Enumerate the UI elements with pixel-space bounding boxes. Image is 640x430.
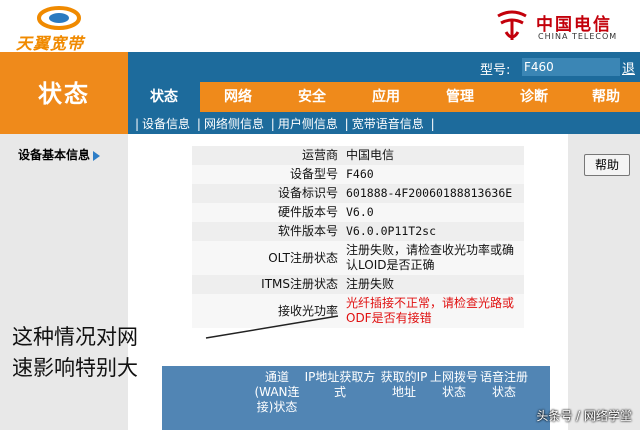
main-tabs: 状态 网络 安全 应用 管理 诊断 帮助 [128, 82, 640, 112]
tianyi-logo: 天翼宽带 [14, 4, 104, 53]
tab-status[interactable]: 状态 [128, 82, 200, 112]
wan-header-ip-address: 获取的IP地址 [380, 370, 428, 399]
logout-link[interactable]: 退 [622, 58, 635, 77]
device-info-table: 运营商 中国电信 设备型号 F460 设备标识号 601888-4F200601… [192, 146, 524, 328]
model-bar: 型号: F460 退 [128, 52, 640, 82]
tab-security[interactable]: 安全 [276, 82, 348, 112]
table-row: 软件版本号 V6.0.0P11T2sc [192, 222, 524, 241]
subnav-user-side-info[interactable]: 用户侧信息 [278, 117, 338, 131]
china-telecom-mark-icon [497, 10, 527, 40]
sidebar-item-device-basic-info[interactable]: 设备基本信息 [18, 146, 101, 163]
table-row: 接收光功率 光纤插接不正常，请检查光路或ODF是否有接错 [192, 294, 524, 328]
wan-header-channel-status: 通道(WAN连接)状态 [254, 370, 300, 414]
table-row: OLT注册状态 注册失败，请检查收光功率或确认LOID是否正确 [192, 241, 524, 275]
annotation-line-2: 速影响特别大 [12, 356, 138, 380]
right-column: 帮助 [568, 134, 640, 430]
info-key: 运营商 [192, 146, 342, 165]
model-value: F460 [522, 58, 620, 76]
sidebar-item-label: 设备基本信息 [18, 148, 91, 162]
china-telecom-logo: 中国电信 CHINA TELECOM [492, 6, 632, 48]
tab-diagnosis[interactable]: 诊断 [498, 82, 570, 112]
subnav-device-info[interactable]: 设备信息 [142, 117, 190, 131]
page-title: 状态 [38, 80, 90, 108]
brand-left-text: 天翼宽带 [16, 34, 85, 53]
tab-management[interactable]: 管理 [424, 82, 496, 112]
subnav-network-side-info[interactable]: 网络侧信息 [204, 117, 264, 131]
info-value: 注册失败，请检查收光功率或确认LOID是否正确 [342, 241, 524, 275]
wan-header-dial-status: 上网拨号状态 [430, 370, 479, 399]
annotation-text: 这种情况对网 速影响特别大 [12, 322, 138, 384]
info-value: 注册失败 [342, 275, 524, 294]
table-row: ITMS注册状态 注册失败 [192, 275, 524, 294]
info-value: V6.0 [342, 203, 524, 222]
info-key: 硬件版本号 [192, 203, 342, 222]
info-key: 设备型号 [192, 165, 342, 184]
table-row: 硬件版本号 V6.0 [192, 203, 524, 222]
info-value: F460 [342, 165, 524, 184]
sub-navigation: | 设备信息 | 网络侧信息 | 用户侧信息 | 宽带语音信息 | [128, 112, 640, 134]
table-row: 运营商 中国电信 [192, 146, 524, 165]
help-button[interactable]: 帮助 [584, 154, 630, 176]
wan-header-voice-status: 语音注册状态 [480, 370, 529, 399]
model-label: 型号: [480, 63, 511, 78]
tab-network[interactable]: 网络 [202, 82, 274, 112]
sidebar: 设备基本信息 [0, 134, 128, 430]
page-title-block: 状态 [0, 52, 128, 134]
tab-application[interactable]: 应用 [350, 82, 422, 112]
table-row: 设备型号 F460 [192, 165, 524, 184]
info-value: 中国电信 [342, 146, 524, 165]
info-key: 软件版本号 [192, 222, 342, 241]
main-content: 运营商 中国电信 设备型号 F460 设备标识号 601888-4F200601… [128, 134, 568, 430]
wan-header-ip-method: IP地址获取方式 [304, 370, 376, 399]
info-key: ITMS注册状态 [192, 275, 342, 294]
annotation-line-1: 这种情况对网 [12, 325, 138, 349]
header: 天翼宽带 中国电信 CHINA TELECOM [0, 0, 640, 53]
brand-right-en: CHINA TELECOM [538, 32, 618, 41]
arrow-right-icon [93, 150, 101, 161]
info-value: 601888-4F20060188813636E [342, 184, 524, 203]
info-value: V6.0.0P11T2sc [342, 222, 524, 241]
table-row: 设备标识号 601888-4F20060188813636E [192, 184, 524, 203]
info-key: OLT注册状态 [192, 241, 342, 275]
info-value-warning: 光纤插接不正常，请检查光路或ODF是否有接错 [342, 294, 524, 328]
watermark: 头条号 / 网络学堂 [536, 409, 632, 423]
info-key: 设备标识号 [192, 184, 342, 203]
subnav-voice-info[interactable]: 宽带语音信息 [352, 117, 424, 131]
info-key: 接收光功率 [192, 294, 342, 328]
wan-status-table-header: 通道(WAN连接)状态 IP地址获取方式 获取的IP地址 上网拨号状态 语音注册… [162, 366, 550, 430]
tab-help[interactable]: 帮助 [572, 82, 640, 112]
tianyi-swirl-icon [37, 6, 81, 30]
